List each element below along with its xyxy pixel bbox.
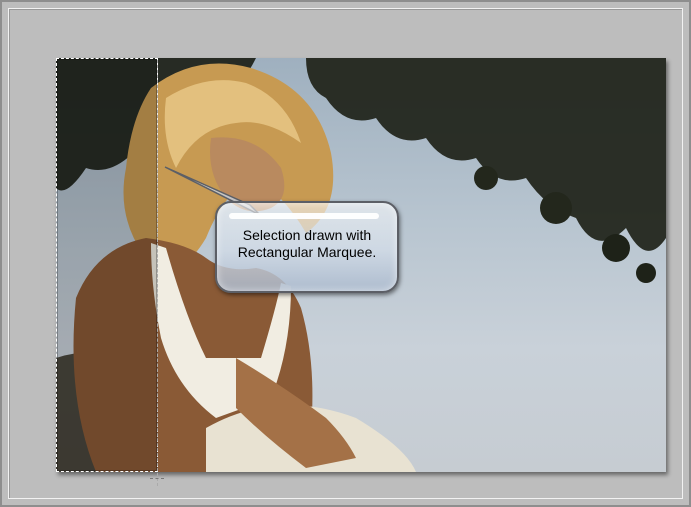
- callout-text-line-1: Selection drawn with: [242, 227, 372, 243]
- callout-gloss: [229, 213, 379, 219]
- selection-guide-line: [157, 60, 158, 486]
- rectangular-marquee-selection[interactable]: [56, 58, 158, 472]
- callout-text-line-2: Rectangular Marquee.: [237, 244, 377, 260]
- callout-bubble: Selection drawn with Rectangular Marquee…: [215, 201, 399, 293]
- crosshair-icon: [150, 478, 164, 479]
- callout-text: Selection drawn with Rectangular Marquee…: [223, 227, 391, 261]
